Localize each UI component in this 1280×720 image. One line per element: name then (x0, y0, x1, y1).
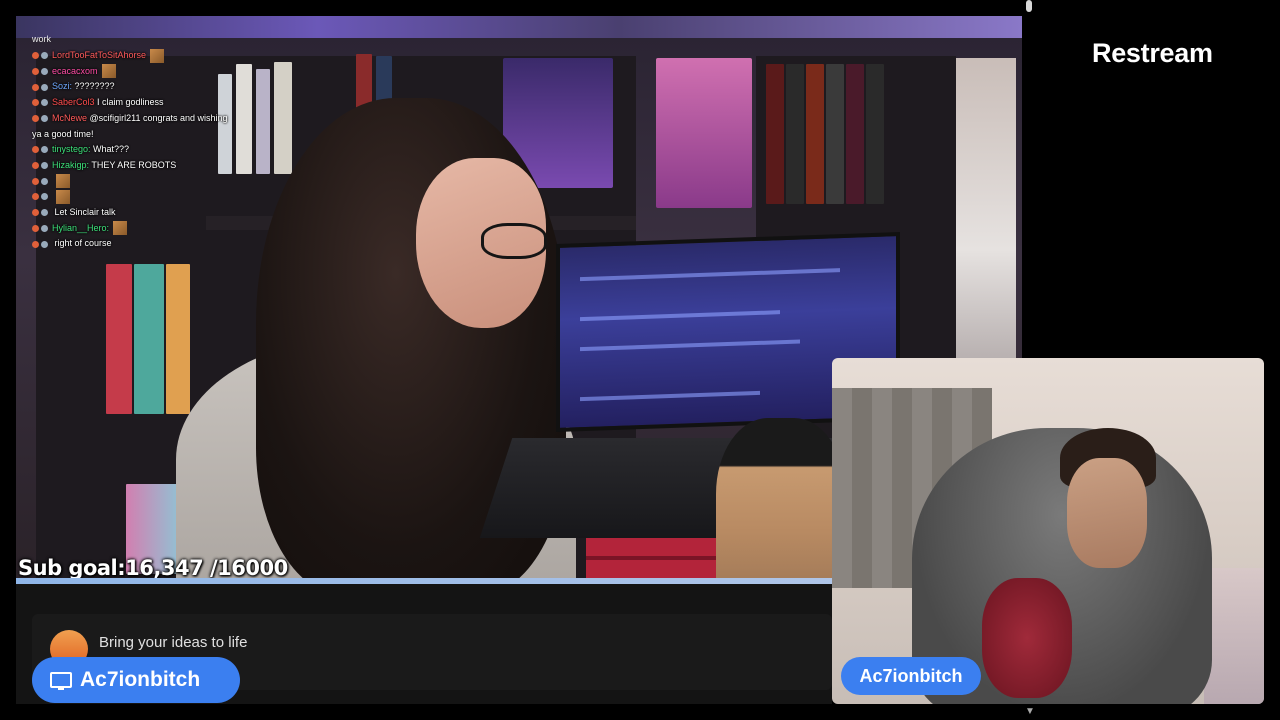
chat-username[interactable]: SaberCol3 (52, 97, 95, 107)
chat-message: Sozi: ???????? (32, 79, 232, 95)
monitor-icon (50, 672, 72, 690)
crochet-yarn (982, 578, 1072, 698)
chat-message: Hylian__Hero: (32, 221, 232, 237)
chat-emote-icon (113, 221, 128, 236)
second-person (716, 418, 846, 584)
participant-face (1067, 458, 1147, 568)
book (866, 64, 884, 204)
chat-overlay: work LordTooFatToSitAhorse ecacacxom Sozi:… (32, 34, 232, 252)
chat-message: SaberCol3 I claim godliness (32, 95, 232, 111)
chat-badge-icon (32, 236, 52, 252)
screen-line (580, 390, 760, 402)
chat-badge-icon (32, 64, 52, 80)
scroll-down-icon[interactable]: ▼ (1025, 706, 1035, 717)
book (134, 264, 164, 414)
camera-name-tag: Ac7ionbitch (841, 657, 981, 695)
chat-emote-icon (56, 189, 70, 204)
chat-message: McNewe @scifigirl211 congrats and wishin… (32, 111, 232, 142)
chat-badge-icon (32, 142, 52, 158)
chat-message: tinystego: What??? (32, 142, 232, 158)
chat-badge-icon (32, 174, 52, 190)
chat-username[interactable]: McNewe (52, 113, 87, 123)
camera-tile (832, 358, 1264, 704)
screen-share-name: Ac7ionbitch (80, 668, 201, 691)
chat-username[interactable]: Hylian__Hero: (52, 223, 109, 233)
chat-message (32, 189, 232, 205)
chat-username[interactable]: LordTooFatToSitAhorse (52, 50, 146, 60)
chat-text: ???????? (72, 81, 115, 92)
scrollbar-thumb[interactable] (1026, 0, 1032, 12)
book (256, 69, 270, 174)
chat-emote-icon (150, 48, 165, 63)
chat-badge-icon (32, 111, 52, 127)
book (806, 64, 824, 204)
chat-username[interactable]: Sozi: (52, 81, 72, 91)
book (106, 264, 132, 414)
chat-username[interactable]: Hizakigp: (52, 160, 89, 170)
chat-message: Hizakigp: THEY ARE ROBOTS (32, 158, 232, 174)
chat-badge-icon (32, 189, 52, 205)
book (786, 64, 804, 204)
chat-text: right of course (52, 238, 112, 249)
chat-text: THEY ARE ROBOTS (89, 159, 177, 170)
brand-logo: Restream (1092, 38, 1213, 68)
screen-share-name-tag: Ac7ionbitch (32, 657, 240, 703)
chat-text: What??? (90, 144, 130, 155)
chat-message: LordTooFatToSitAhorse (32, 48, 232, 64)
book (846, 64, 864, 204)
book (826, 64, 844, 204)
glasses (481, 223, 547, 259)
chat-username[interactable]: tinystego: (52, 144, 91, 154)
chat-header: work (32, 34, 52, 44)
screen-line (580, 339, 800, 352)
notification-text: Bring your ideas to life (99, 634, 248, 651)
chat-message-list: LordTooFatToSitAhorse ecacacxom Sozi: ????… (32, 48, 232, 252)
book (166, 264, 190, 414)
book (274, 62, 292, 174)
background-window (956, 58, 1016, 378)
chat-badge-icon (32, 205, 52, 221)
chat-text: I claim godliness (94, 97, 164, 108)
chat-message (32, 174, 232, 190)
book (236, 64, 252, 174)
chat-emote-icon (56, 174, 70, 189)
chat-badge-icon (32, 79, 52, 95)
screen-line (580, 268, 840, 282)
chat-username[interactable]: ecacacxom (52, 66, 98, 76)
chat-message: Let Sinclair talk (32, 205, 232, 221)
chat-message: ecacacxom (32, 64, 232, 80)
chat-emote-icon (101, 64, 116, 79)
chat-badge-icon (32, 48, 52, 64)
book-cover-poster (656, 58, 752, 208)
screen-line (580, 310, 780, 322)
chat-badge-icon (32, 221, 52, 237)
cam-pillow (1204, 568, 1264, 704)
sub-goal-label: Sub goal:16,347 /16000 (18, 556, 288, 580)
camera-name: Ac7ionbitch (859, 665, 963, 686)
book (766, 64, 784, 204)
chat-text: Let Sinclair talk (52, 207, 116, 218)
chat-message: right of course (32, 236, 232, 252)
chat-badge-icon (32, 95, 52, 111)
chat-badge-icon (32, 158, 52, 174)
